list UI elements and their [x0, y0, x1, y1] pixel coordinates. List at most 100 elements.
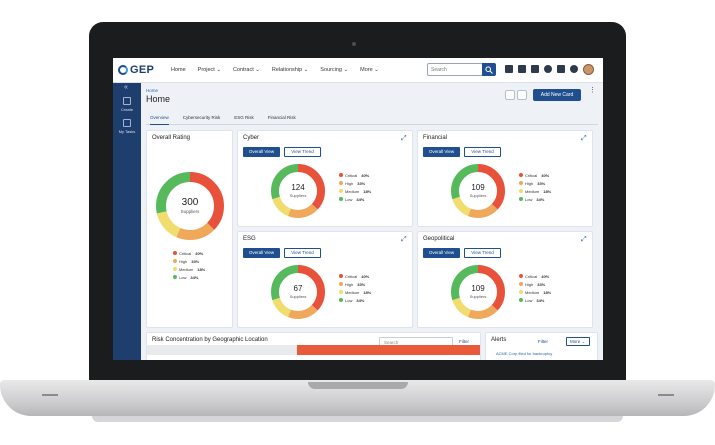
search-button[interactable] — [482, 63, 496, 76]
legend-value: 18% — [543, 289, 552, 295]
expand-icon[interactable]: ⤢ — [581, 236, 588, 243]
view-trend-button[interactable]: View Trend — [284, 147, 321, 157]
legend-label: High — [345, 281, 354, 287]
nav-sourcing[interactable]: Sourcing ⌄ — [320, 67, 348, 73]
legend-value: 33% — [537, 180, 546, 186]
laptop-notch — [308, 382, 408, 389]
legend-label: Medium — [525, 289, 540, 295]
medium-dot — [339, 290, 343, 294]
sidebar-item-my-tasks[interactable]: My Tasks — [113, 119, 141, 134]
legend-critical: Critical 40% — [339, 171, 371, 179]
legend-medium: Medium 18% — [519, 288, 551, 296]
cart-icon[interactable] — [518, 65, 526, 73]
expand-icon[interactable]: ⤢ — [401, 135, 408, 142]
view-trend-button[interactable]: View Trend — [284, 248, 321, 258]
esg-risk-card: ESG ⤢ Overall View View Trend 67 Supplie… — [237, 231, 413, 328]
tab-financial-risk[interactable]: Financial Risk — [268, 111, 296, 125]
expand-icon[interactable]: ⤢ — [581, 135, 588, 142]
nav-relationship[interactable]: Relationship ⌄ — [272, 67, 308, 73]
alert-item[interactable]: ACME Corp filed for bankruptcy — [496, 351, 552, 356]
dropdown-button[interactable] — [517, 90, 527, 100]
gep-logo[interactable]: GEP — [118, 64, 154, 76]
nav-contract[interactable]: Contract ⌄ — [233, 67, 260, 73]
tab-esg-risk[interactable]: ESG Risk — [234, 111, 254, 125]
legend-value: 33% — [357, 180, 366, 186]
map-filter-button[interactable]: Filter — [459, 339, 469, 344]
cyber-risk-card: Cyber ⤢ Overall View View Trend 124 Supp… — [237, 130, 413, 227]
legend-value: 40% — [195, 250, 204, 256]
supplier-count: 124 — [291, 183, 305, 192]
legend-label: Medium — [345, 289, 360, 295]
supplier-count: 109 — [471, 284, 485, 293]
risk-map[interactable] — [147, 345, 480, 355]
nav-project[interactable]: Project ⌄ — [198, 67, 221, 73]
legend-value: 34% — [536, 297, 545, 303]
nav-home[interactable]: Home — [171, 67, 186, 73]
megaphone-icon[interactable] — [505, 65, 513, 73]
legend-label: High — [525, 281, 534, 287]
screen: GEP Home Project ⌄ Contract ⌄ Relationsh… — [113, 58, 603, 360]
sidebar: « Create My Tasks — [113, 83, 141, 360]
overall-view-button[interactable]: Overall View — [423, 248, 460, 258]
critical-dot — [519, 274, 523, 278]
medium-dot — [339, 189, 343, 193]
legend-medium: Medium 18% — [173, 265, 205, 273]
high-dot — [519, 282, 523, 286]
legend-critical: Critical 40% — [339, 272, 371, 280]
legend-critical: Critical 40% — [173, 249, 205, 257]
legend: Critical 40% High 33% Medium 18% Low 34% — [339, 171, 371, 203]
legend-label: Low — [525, 297, 533, 303]
legend-low: Low 34% — [339, 195, 371, 203]
alerts-filter-button[interactable]: Filter — [538, 339, 548, 344]
add-new-card-button[interactable]: Add New Card — [533, 89, 581, 101]
legend-label: Low — [345, 196, 353, 202]
nav-more[interactable]: More ⌄ — [360, 67, 379, 73]
supplier-count: 109 — [471, 183, 485, 192]
view-trend-button[interactable]: View Trend — [464, 147, 501, 157]
sidebar-collapse-icon[interactable]: « — [124, 84, 128, 91]
expand-icon[interactable]: ⤢ — [401, 236, 408, 243]
legend: Critical 40% High 33% Medium 18% Low 34% — [519, 171, 551, 203]
legend-value: 40% — [361, 273, 370, 279]
card-title: Geopolitical — [423, 236, 455, 242]
bell-icon[interactable] — [544, 65, 552, 73]
legend-high: High 33% — [519, 179, 551, 187]
card-title: Financial — [423, 135, 448, 141]
legend-value: 18% — [363, 188, 372, 194]
legend-label: Critical — [525, 273, 538, 279]
legend: Critical 40% High 33% Medium 18% Low 34% — [519, 272, 551, 304]
geopolitical-risk-card: Geopolitical ⤢ Overall View View Trend 1… — [417, 231, 593, 328]
avatar[interactable] — [583, 64, 594, 75]
tab-cybersecurity-risk[interactable]: Cybersecurity Risk — [183, 111, 221, 125]
refresh-button[interactable] — [505, 90, 515, 100]
legend-value: 33% — [537, 281, 546, 287]
legend-high: High 33% — [173, 257, 205, 265]
help-icon[interactable] — [570, 65, 578, 73]
sidebar-item-create[interactable]: Create — [113, 97, 141, 112]
supplier-count: 67 — [293, 284, 303, 293]
alerts-more-dropdown[interactable]: More ⌄ — [566, 337, 590, 346]
laptop-port — [42, 394, 58, 396]
chat-icon[interactable] — [557, 65, 565, 73]
search-input[interactable]: Search — [427, 63, 483, 76]
card-title: Overall Rating — [152, 135, 191, 141]
bookmark-icon[interactable] — [531, 65, 539, 73]
critical-dot — [339, 173, 343, 177]
low-dot — [519, 197, 523, 201]
tab-overview[interactable]: Overview — [150, 111, 169, 125]
overall-view-button[interactable]: Overall View — [423, 147, 460, 157]
high-dot — [339, 282, 343, 286]
legend-value: 34% — [536, 196, 545, 202]
risk-donut: 124 Suppliers — [270, 163, 326, 219]
low-dot — [519, 298, 523, 302]
legend-value: 34% — [190, 274, 199, 280]
low-dot — [339, 197, 343, 201]
legend-label: Low — [345, 297, 353, 303]
overall-view-button[interactable]: Overall View — [243, 248, 280, 258]
breadcrumb[interactable]: Home — [146, 88, 158, 93]
view-trend-button[interactable]: View Trend — [464, 248, 501, 258]
legend-value: 18% — [197, 266, 206, 272]
low-dot — [173, 275, 177, 279]
kebab-menu-icon[interactable]: ⋮ — [589, 87, 596, 100]
overall-view-button[interactable]: Overall View — [243, 147, 280, 157]
